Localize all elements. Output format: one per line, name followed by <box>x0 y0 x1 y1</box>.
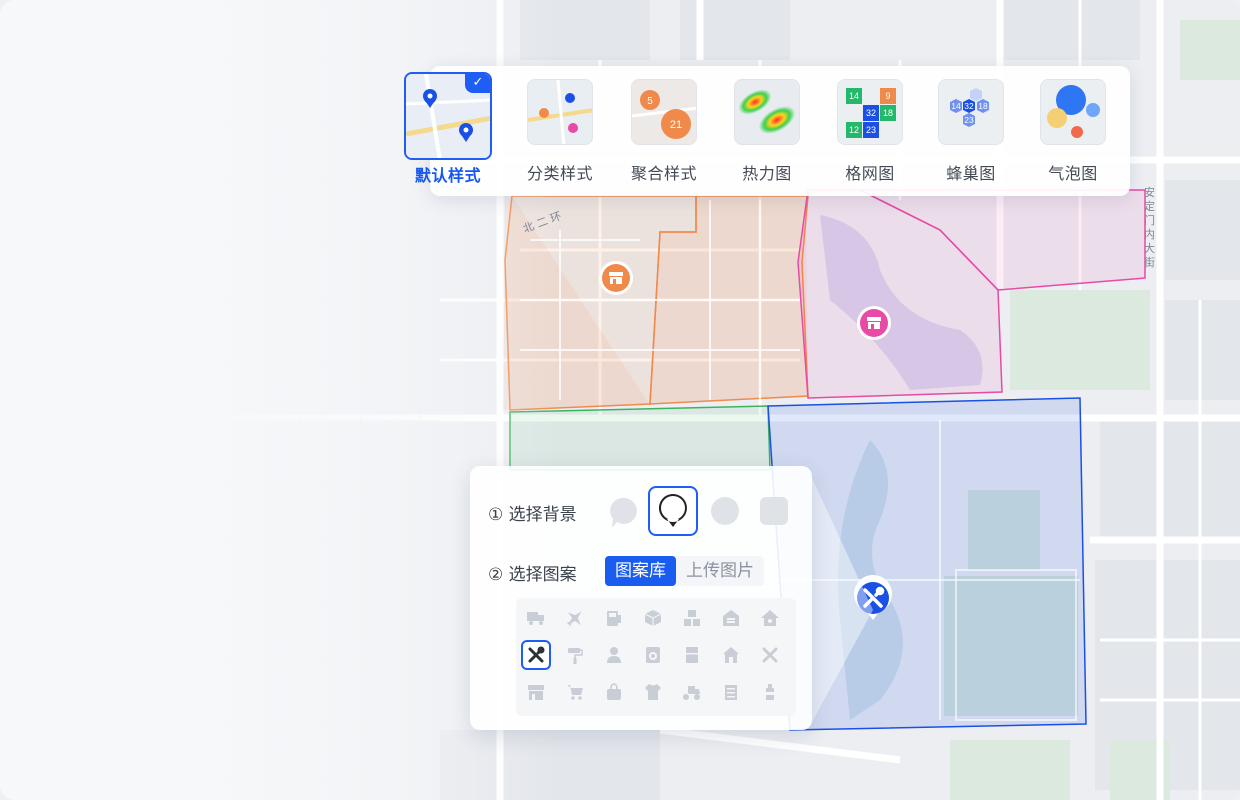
delivery-icon[interactable] <box>677 677 707 707</box>
style-category[interactable]: 分类样式 <box>517 79 603 184</box>
hex-count: 23 <box>964 115 974 125</box>
default-pin-thumb: ✓ <box>404 72 492 160</box>
style-label: 默认样式 <box>414 166 481 185</box>
boxes-icon[interactable] <box>677 603 707 633</box>
style-hexbin[interactable]: 14 32 18 23 蜂巢图 <box>928 79 1014 184</box>
pattern-source-tabs: 图案库 上传图片 <box>605 556 764 586</box>
grid-count: 23 <box>866 125 876 135</box>
truck-icon[interactable] <box>521 603 551 633</box>
road-label-east: 安 定 门 内 大 街 <box>1144 186 1155 269</box>
cluster-thumb: 5 21 <box>631 79 697 145</box>
person-icon[interactable] <box>599 640 629 670</box>
fridge-icon[interactable] <box>677 640 707 670</box>
tools-icon[interactable] <box>521 640 551 670</box>
step1-label: ① 选择背景 <box>488 505 577 525</box>
grid-count: 32 <box>866 108 876 118</box>
bg-speech-bubble-option[interactable] <box>610 496 640 534</box>
step2-label: ② 选择图案 <box>488 565 577 585</box>
warehouse-icon[interactable] <box>716 603 746 633</box>
tab-pattern-library[interactable]: 图案库 <box>605 556 676 586</box>
grid-count: 18 <box>883 108 893 118</box>
hex-count: 14 <box>951 101 961 111</box>
style-label: 气泡图 <box>1048 164 1098 183</box>
store-icon[interactable] <box>521 677 551 707</box>
tab-upload-image[interactable]: 上传图片 <box>676 556 764 586</box>
bubble-thumb <box>1040 79 1106 145</box>
building-icon[interactable] <box>716 677 746 707</box>
hexbin-thumb: 14 32 18 23 <box>938 79 1004 145</box>
style-heatmap[interactable]: 热力图 <box>724 79 810 184</box>
style-default[interactable]: ✓ 默认样式 <box>402 72 494 186</box>
box-icon[interactable] <box>638 603 668 633</box>
bg-rounded-square-option[interactable] <box>759 496 789 530</box>
bg-pin-bubble-option[interactable] <box>648 486 698 536</box>
marker-style-panel: ① 选择背景 ② 选择图案 图案库 上传图片 <box>470 466 812 730</box>
style-label: 热力图 <box>742 164 792 183</box>
category-pin-thumb <box>527 79 593 145</box>
repair-icon[interactable] <box>755 640 785 670</box>
pattern-icon-grid <box>516 598 796 716</box>
gas-station-icon[interactable] <box>599 603 629 633</box>
selected-check-icon: ✓ <box>465 74 490 93</box>
style-label: 蜂巢图 <box>946 164 996 183</box>
tshirt-icon[interactable] <box>638 677 668 707</box>
grid-count: 14 <box>849 91 859 101</box>
grid-thumb: 14 9 32 18 12 23 <box>837 79 903 145</box>
paint-roller-icon[interactable] <box>560 640 590 670</box>
grid-count: 12 <box>849 125 859 135</box>
bg-circle-option[interactable] <box>710 496 740 530</box>
plane-icon[interactable] <box>560 603 590 633</box>
grid-count: 9 <box>885 91 890 101</box>
cluster-count: 21 <box>670 119 682 131</box>
style-label: 聚合样式 <box>630 164 697 183</box>
cart-icon[interactable] <box>560 677 590 707</box>
store-marker-pink[interactable] <box>857 306 891 340</box>
map-stage: 北 二 环 安 定 门 内 大 街 ✓ 默认样式 分类样式 5 21 聚合样式 … <box>0 0 1240 800</box>
style-label: 分类样式 <box>526 164 593 183</box>
bottle-icon[interactable] <box>755 677 785 707</box>
style-grid[interactable]: 14 9 32 18 12 23 格网图 <box>827 79 913 184</box>
hex-count: 18 <box>978 101 988 111</box>
hex-count: 32 <box>964 101 974 111</box>
style-bubble[interactable]: 气泡图 <box>1030 79 1116 184</box>
style-cluster[interactable]: 5 21 聚合样式 <box>621 79 707 184</box>
washing-machine-icon[interactable] <box>638 640 668 670</box>
home-icon[interactable] <box>755 603 785 633</box>
cluster-count: 5 <box>647 96 653 107</box>
heatmap-thumb <box>734 79 800 145</box>
store-marker-orange[interactable] <box>599 261 633 295</box>
style-label: 格网图 <box>845 164 895 183</box>
bag-icon[interactable] <box>599 677 629 707</box>
map-style-selector: ✓ 默认样式 分类样式 5 21 聚合样式 热力图 14 9 32 18 12 … <box>404 66 1130 196</box>
house-icon[interactable] <box>716 640 746 670</box>
